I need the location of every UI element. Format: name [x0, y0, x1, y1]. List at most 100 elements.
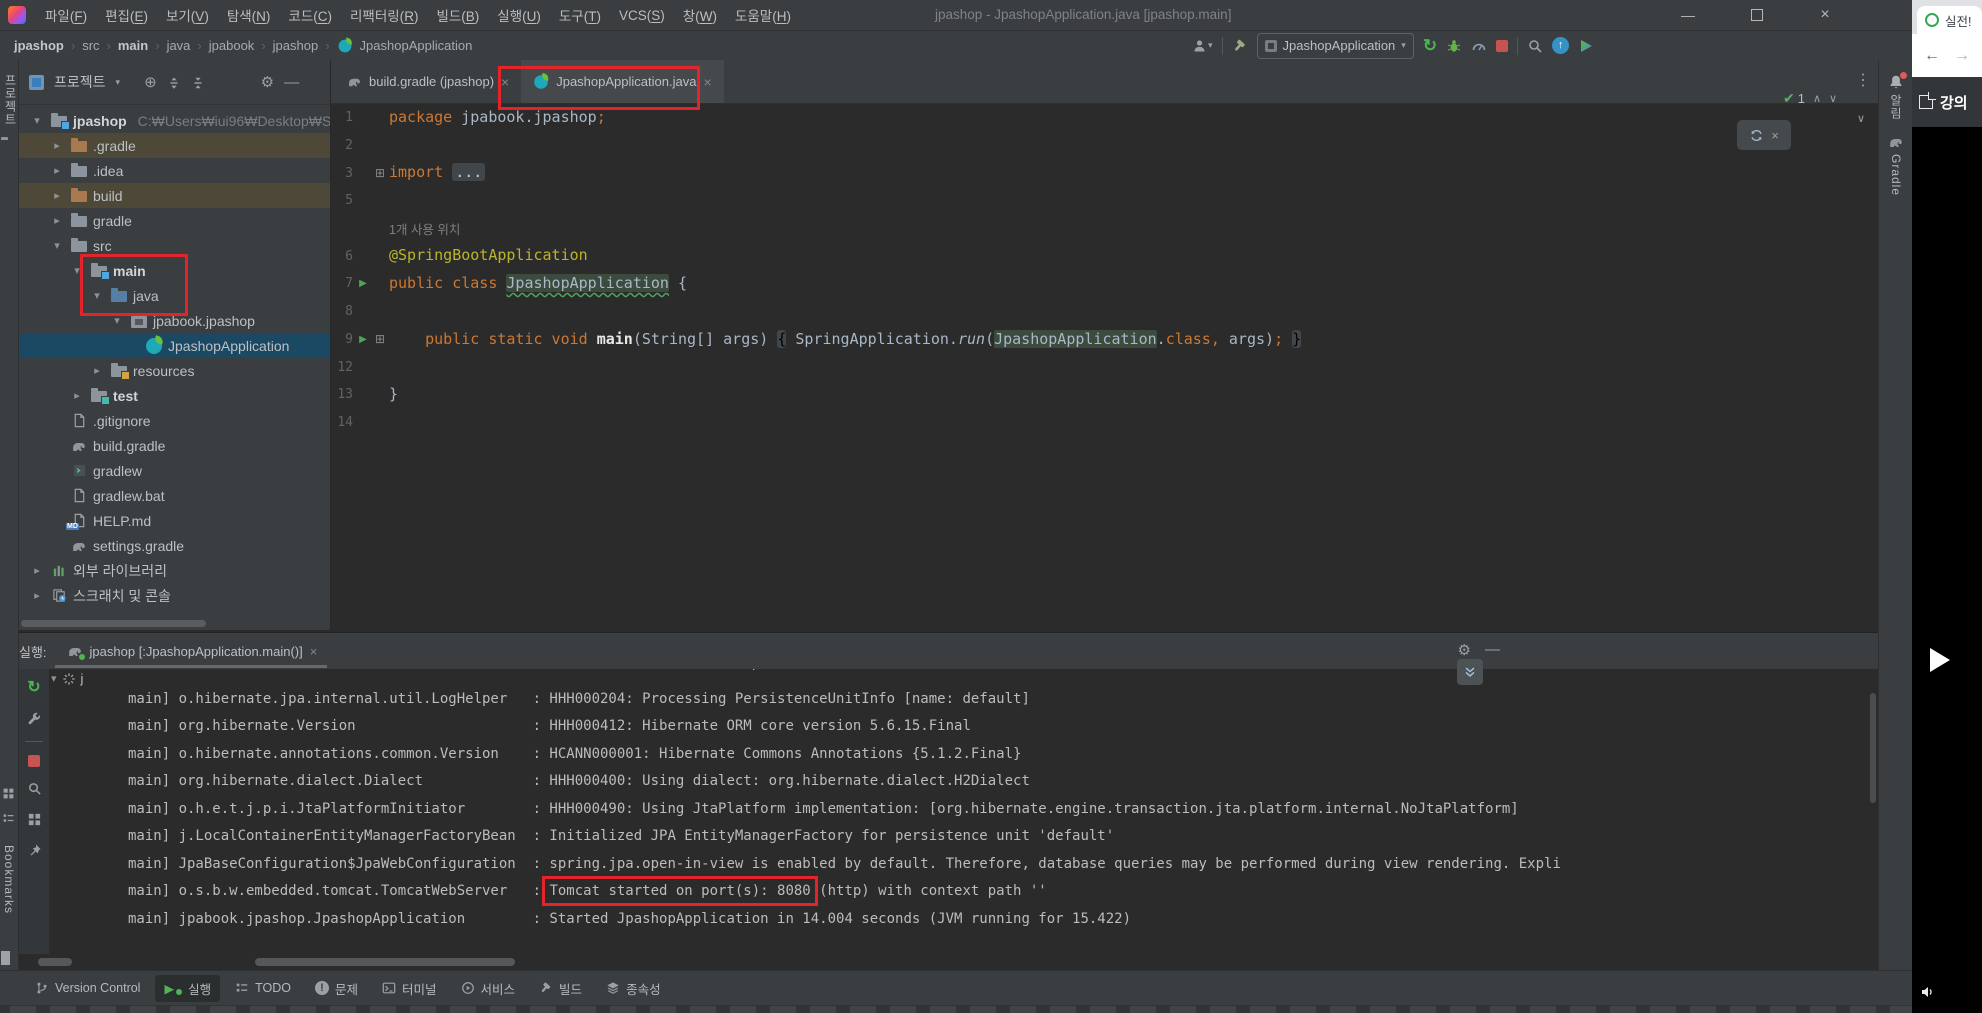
expand-all-icon[interactable] — [167, 74, 181, 91]
inspection-widget[interactable]: ✔ 1 ∧ ∨ — [1783, 90, 1837, 107]
menu-file[interactable]: 파일(F) — [36, 5, 96, 25]
tree-item-test[interactable]: ▸ test — [19, 383, 330, 408]
chevron-down-icon[interactable]: ▾ — [116, 77, 121, 88]
menu-help[interactable]: 도움말(H) — [726, 5, 800, 25]
menu-refactor[interactable]: 리팩터링(R) — [341, 5, 427, 25]
scrollbar-thumb[interactable] — [255, 958, 515, 966]
structure-stripe-icon[interactable] — [2, 785, 15, 803]
favorites-stripe-icon[interactable] — [2, 810, 15, 828]
chevron-right-icon[interactable]: ▸ — [69, 389, 85, 402]
menu-window[interactable]: 창(W) — [674, 5, 726, 25]
find-icon[interactable] — [27, 780, 42, 798]
rerun-application-button[interactable]: ↻ — [1423, 37, 1437, 54]
run-class-gutter-icon[interactable]: ▶ — [353, 278, 373, 289]
tree-item-src[interactable]: ▾ src — [19, 233, 330, 258]
project-panel-title[interactable]: 프로젝트 — [54, 72, 106, 92]
tree-item-external-libraries[interactable]: ▸ 외부 라이브러리 — [19, 558, 330, 583]
stripe-notifications[interactable]: 알림 — [1879, 72, 1913, 120]
next-arrow-icon[interactable]: ∨ — [1829, 92, 1837, 105]
chevron-right-icon[interactable]: ▸ — [49, 164, 65, 177]
speaker-icon[interactable] — [1920, 983, 1936, 1001]
chevron-down-icon[interactable]: ▾ — [29, 114, 45, 127]
menu-tools[interactable]: 도구(T) — [550, 5, 610, 25]
toolwindow-todo[interactable]: TODO — [226, 977, 300, 999]
run-tab[interactable]: jpashop [:JpashopApplication.main()] × — [67, 643, 318, 660]
debug-button[interactable] — [1446, 37, 1462, 54]
play-services-icon[interactable] — [1578, 37, 1594, 54]
toolwindow-version-control[interactable]: Version Control — [26, 977, 149, 999]
toolwindow-run[interactable]: ▶ 실행 — [155, 974, 221, 1002]
wrench-icon[interactable] — [27, 710, 42, 728]
video-play-icon[interactable] — [1930, 648, 1950, 672]
breadcrumb-item[interactable]: src — [82, 38, 99, 53]
chevron-down-icon[interactable]: ∨ — [1857, 112, 1865, 125]
vertical-scrollbar[interactable] — [1870, 693, 1876, 803]
tab-build-gradle[interactable]: build.gradle (jpashop) × — [335, 60, 521, 103]
horizontal-scrollbar[interactable] — [21, 620, 206, 627]
external-link-icon[interactable] — [1919, 92, 1936, 109]
rerun-icon[interactable]: ↻ — [27, 677, 40, 697]
gradle-reload-floating-button[interactable]: × — [1737, 120, 1791, 150]
tree-item-main[interactable]: ▾ main — [19, 258, 330, 283]
tree-item-build-gradle[interactable]: build.gradle — [19, 433, 330, 458]
fold-marker-icon[interactable]: ⊞ — [373, 332, 387, 346]
stripe-bookmarks-label[interactable]: Bookmarks — [2, 845, 16, 914]
code-with-me-icon[interactable]: ▾ — [1192, 38, 1213, 54]
update-project-icon[interactable]: ↑ — [1552, 37, 1570, 54]
breadcrumb-item[interactable]: main — [118, 38, 148, 53]
breadcrumb-item[interactable]: jpabook — [209, 38, 255, 53]
collapse-all-icon[interactable] — [191, 74, 205, 91]
close-icon[interactable]: × — [1771, 128, 1779, 143]
close-button[interactable]: × — [1802, 0, 1848, 30]
menu-view[interactable]: 보기(V) — [157, 5, 218, 25]
maximize-button[interactable] — [1734, 0, 1780, 30]
menu-code[interactable]: 코드(C) — [279, 5, 341, 25]
run-process-tree[interactable]: ▾ j — [51, 671, 83, 686]
scrollbar-thumb[interactable] — [38, 958, 72, 966]
hide-panel-icon[interactable]: — — [1485, 641, 1500, 659]
menu-build[interactable]: 빌드(B) — [427, 5, 488, 25]
tree-item-scratches[interactable]: ▸ 스크래치 및 콘솔 — [19, 583, 330, 608]
prev-arrow-icon[interactable]: ∧ — [1813, 92, 1821, 105]
tree-item-project-root[interactable]: ▾ jpashop C:₩Users₩iui96₩Desktop₩Spri — [19, 108, 330, 133]
breadcrumb-item[interactable]: jpashop — [273, 38, 319, 53]
close-icon[interactable]: × — [501, 74, 509, 90]
scroll-to-end-button[interactable] — [1457, 659, 1483, 685]
chevron-right-icon[interactable]: ▸ — [49, 189, 65, 202]
build-hammer-icon[interactable] — [1232, 37, 1248, 54]
tree-item-settings-gradle[interactable]: settings.gradle — [19, 533, 330, 558]
tree-item-help-md[interactable]: MD HELP.md — [19, 508, 330, 533]
layout-grid-icon[interactable] — [27, 811, 42, 829]
settings-gear-icon[interactable]: ⚙ — [261, 73, 274, 91]
tree-item-package[interactable]: ▾ jpabook.jpashop — [19, 308, 330, 333]
back-icon[interactable]: ← — [1924, 47, 1940, 65]
usage-hint[interactable]: 1개 사용 위치 — [389, 219, 460, 238]
toolwindow-problems[interactable]: ! 문제 — [306, 975, 367, 1002]
breadcrumb-item-class[interactable]: JpashopApplication — [360, 38, 473, 53]
stop-button[interactable] — [1496, 39, 1509, 52]
run-main-gutter-icon[interactable]: ▶ — [353, 334, 373, 345]
tree-item-idea[interactable]: ▸ .idea — [19, 158, 330, 183]
browser-tab[interactable]: 실전! — [1917, 6, 1982, 34]
tree-item-jpashop-application[interactable]: JpashopApplication — [19, 333, 330, 358]
stripe-gradle[interactable]: Gradle — [1879, 134, 1913, 196]
chevron-right-icon[interactable]: ▸ — [49, 139, 65, 152]
tree-item-gitignore[interactable]: .gitignore — [19, 408, 330, 433]
close-icon[interactable]: × — [310, 644, 318, 659]
stripe-project-label[interactable]: 프로젝트 — [2, 74, 19, 126]
chevron-down-icon[interactable]: ▾ — [69, 264, 85, 277]
tree-item-java[interactable]: ▾ java — [19, 283, 330, 308]
tree-item-gradle-cache[interactable]: ▸ .gradle — [19, 133, 330, 158]
tree-item-gradlew-bat[interactable]: gradlew.bat — [19, 483, 330, 508]
search-everywhere-icon[interactable] — [1527, 37, 1543, 54]
stop-icon[interactable] — [28, 755, 40, 767]
profiler-button[interactable] — [1471, 37, 1487, 54]
toolwindow-terminal[interactable]: 터미널 — [373, 975, 446, 1002]
chevron-right-icon[interactable]: ▸ — [49, 214, 65, 227]
chevron-down-icon[interactable]: ▾ — [109, 314, 125, 327]
settings-gear-icon[interactable]: ⚙ — [1458, 641, 1471, 659]
forward-icon[interactable]: → — [1954, 47, 1970, 65]
menu-run[interactable]: 실행(U) — [488, 5, 550, 25]
tree-item-build[interactable]: ▸ build — [19, 183, 330, 208]
minimize-button[interactable]: — — [1665, 0, 1711, 30]
